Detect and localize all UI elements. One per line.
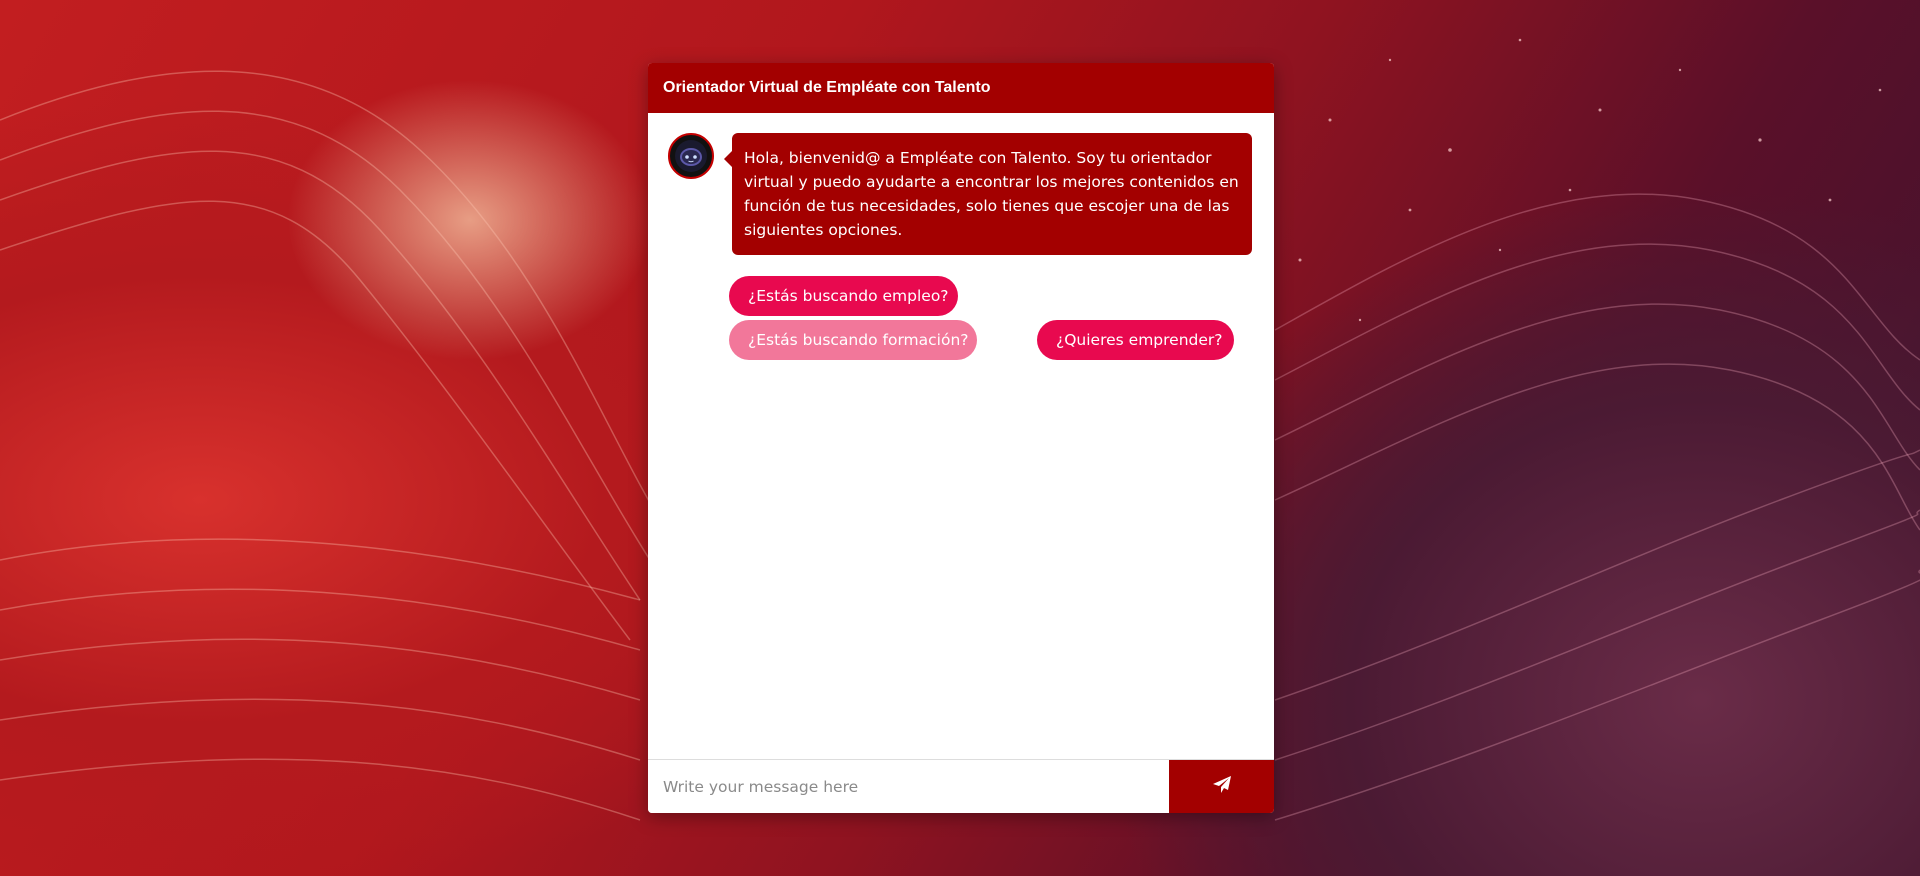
chat-input-bar (648, 759, 1274, 813)
paper-plane-icon (1212, 775, 1232, 798)
robot-icon (668, 133, 714, 179)
option-buscando-formacion-button[interactable]: ¿Estás buscando formación? (729, 320, 977, 360)
chat-header: Orientador Virtual de Empléate con Talen… (648, 63, 1274, 113)
bot-welcome-message: Hola, bienvenid@ a Empléate con Talento.… (724, 133, 1252, 255)
message-input[interactable] (648, 760, 1169, 813)
option-quieres-emprender-button[interactable]: ¿Quieres emprender? (1037, 320, 1234, 360)
chat-messages-area[interactable]: Hola, bienvenid@ a Empléate con Talento.… (648, 113, 1274, 763)
chat-window: Orientador Virtual de Empléate con Talen… (648, 63, 1274, 813)
send-button[interactable] (1169, 760, 1274, 813)
chat-title: Orientador Virtual de Empléate con Talen… (663, 79, 991, 96)
option-buscando-empleo-button[interactable]: ¿Estás buscando empleo? (729, 276, 958, 316)
